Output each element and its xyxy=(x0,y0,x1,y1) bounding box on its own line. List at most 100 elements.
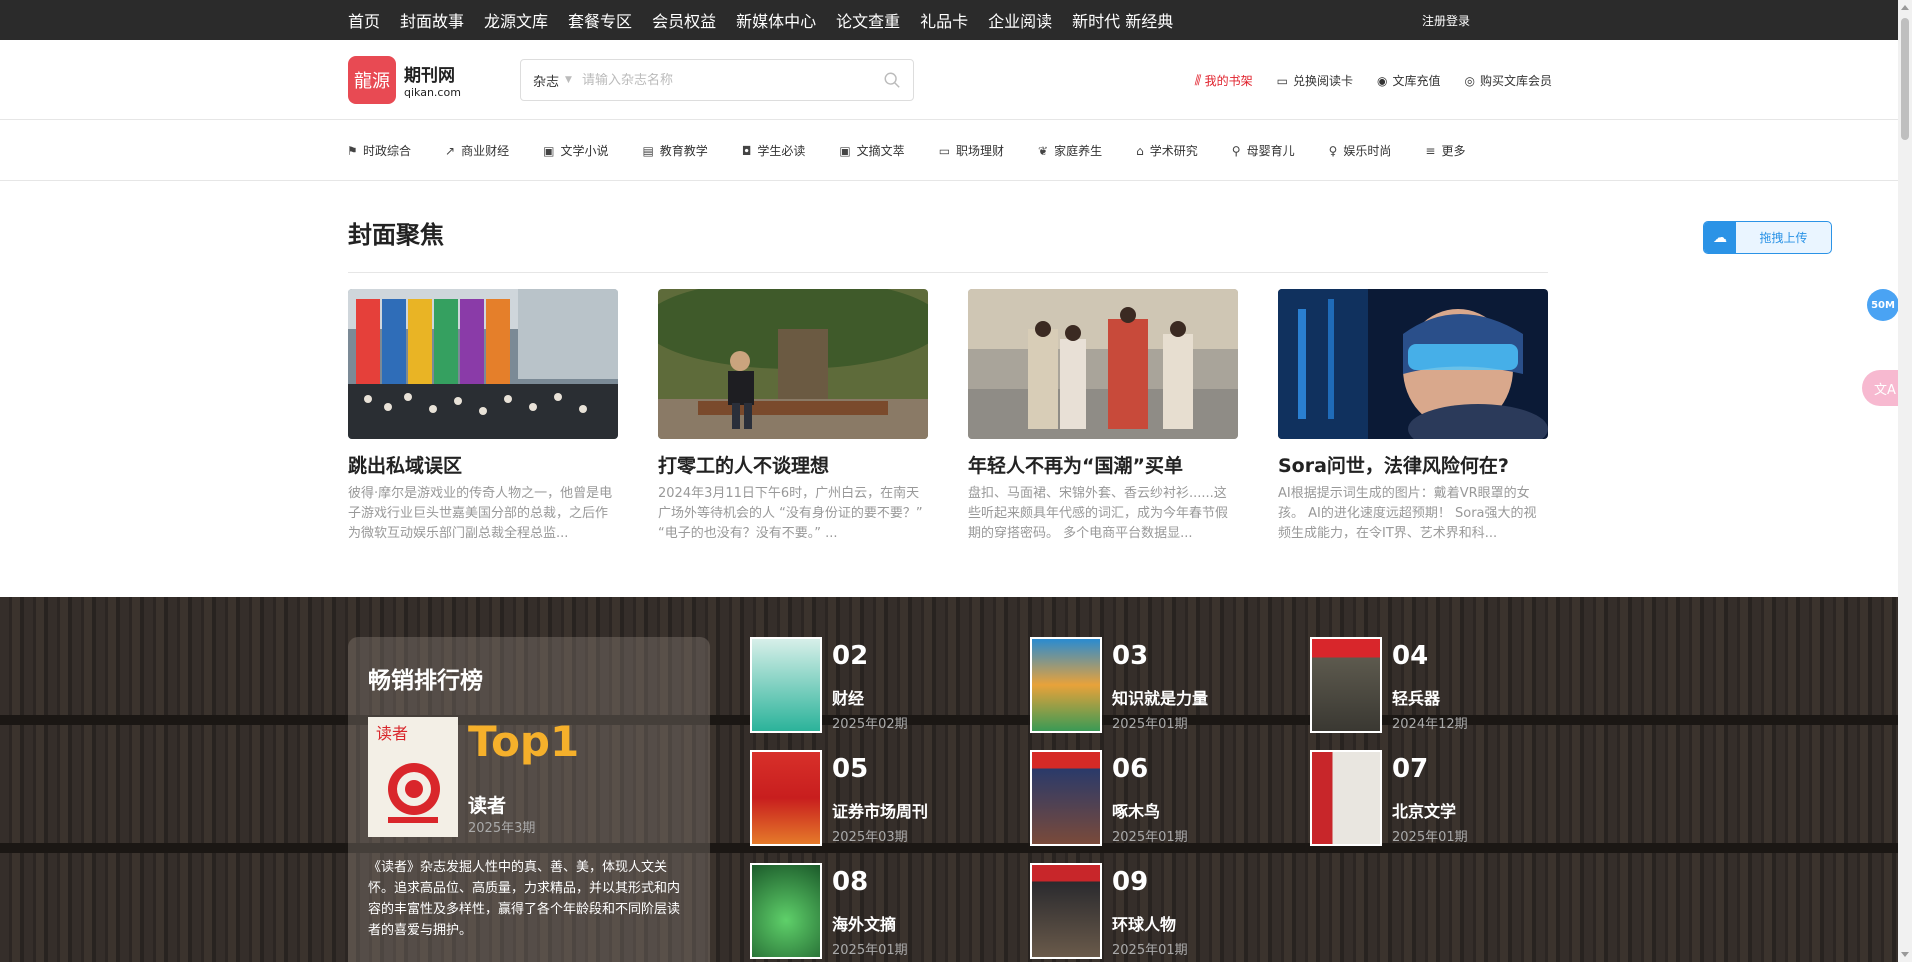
magazine-cover[interactable] xyxy=(750,637,822,733)
my-bookshelf-link[interactable]: ⫼ 我的书架 xyxy=(1194,72,1253,89)
topnav-member-benefits[interactable]: 会员权益 xyxy=(652,8,716,32)
cover-image[interactable] xyxy=(1278,289,1548,439)
cover-card-title[interactable]: 年轻人不再为“国潮”买单 xyxy=(968,451,1238,478)
cover-card-title[interactable]: 打零工的人不谈理想 xyxy=(658,451,928,478)
topnav-library[interactable]: 龙源文库 xyxy=(484,8,548,32)
ranking-item[interactable]: 04 轻兵器 2024年12期 xyxy=(1310,637,1570,733)
search-box: 杂志 ▼ xyxy=(520,59,914,101)
bookshelf-icon: ⫼ xyxy=(1194,73,1200,87)
magazine-name[interactable]: 证券市场周刊 xyxy=(832,798,928,822)
top1-magazine-name[interactable]: 读者 xyxy=(468,791,506,818)
magazine-cover[interactable] xyxy=(1030,750,1102,846)
magazine-name[interactable]: 海外文摘 xyxy=(832,911,896,935)
category-education[interactable]: ▤ 教育教学 xyxy=(642,142,707,159)
magazine-issue: 2025年02期 xyxy=(832,717,908,732)
page-scrollbar[interactable] xyxy=(1898,0,1912,962)
magazine-issue: 2024年12期 xyxy=(1392,717,1468,732)
category-literature[interactable]: ▣ 文学小说 xyxy=(543,142,608,159)
topnav-plagiarism-check[interactable]: 论文查重 xyxy=(836,8,900,32)
member-icon: ◎ xyxy=(1464,73,1475,88)
category-entertainment[interactable]: ♀ 娱乐时尚 xyxy=(1329,142,1392,159)
magazine-issue: 2025年01期 xyxy=(1112,717,1188,732)
library-recharge-link[interactable]: ◉ 文库充值 xyxy=(1377,72,1441,89)
cover-image[interactable] xyxy=(658,289,928,439)
magazine-issue: 2025年01期 xyxy=(1112,943,1188,958)
magazine-name[interactable]: 啄木鸟 xyxy=(1112,798,1160,822)
bottle-icon: ⚲ xyxy=(1231,143,1241,158)
cover-card[interactable]: 打零工的人不谈理想 2024年3月11日下午6时，广州白云，在南天广场外等待机会… xyxy=(658,289,928,544)
cover-card-title[interactable]: Sora问世，法律风险何在? xyxy=(1278,451,1548,478)
cover-card-title[interactable]: 跳出私域误区 xyxy=(348,451,618,478)
trend-icon: ↗ xyxy=(445,143,456,158)
person-icon: ♀ xyxy=(1328,143,1338,158)
rank-number: 04 xyxy=(1392,641,1429,671)
magazine-cover[interactable] xyxy=(750,863,822,959)
category-more[interactable]: ≡ 更多 xyxy=(1425,142,1465,159)
ranking-title: 畅销排行榜 xyxy=(368,668,483,694)
search-type-select[interactable]: 杂志 xyxy=(533,71,559,90)
cover-focus-section: 封面聚焦 跳出私域误区 彼得·摩尔是游戏业的传奇人物之一，他曾是电子游戏行业巨头… xyxy=(0,181,1912,541)
cover-card[interactable]: 年轻人不再为“国潮”买单 盘扣、马面裙、宋锦外套、香云纱衬衫......这些听起… xyxy=(968,289,1238,544)
ranking-item[interactable]: 03 知识就是力量 2025年01期 xyxy=(1030,637,1290,733)
ranking-item[interactable]: 06 啄木鸟 2025年01期 xyxy=(1030,750,1290,846)
top1-panel: 畅销排行榜 读者 Top1 读者 2025年3期 《读者》杂志发掘人性中的真、善… xyxy=(348,637,710,962)
ranking-item[interactable]: 05 证券市场周刊 2025年03期 xyxy=(750,750,1010,846)
cover-image[interactable] xyxy=(968,289,1238,439)
magazine-cover[interactable] xyxy=(1030,863,1102,959)
cover-card[interactable]: Sora问世，法律风险何在? AI根据提示词生成的图片：戴着VR眼罩的女孩。 A… xyxy=(1278,289,1548,544)
scroll-down-icon[interactable] xyxy=(1901,952,1909,957)
scroll-up-icon[interactable] xyxy=(1901,5,1909,10)
drag-upload-button[interactable]: ☁ 拖拽上传 xyxy=(1703,221,1832,254)
magazine-issue: 2025年03期 xyxy=(832,830,908,845)
memory-badge[interactable]: 50M xyxy=(1867,289,1899,321)
search-input[interactable] xyxy=(581,72,883,88)
category-academic[interactable]: ⌂ 学术研究 xyxy=(1136,142,1198,159)
magazine-cover[interactable] xyxy=(1310,750,1382,846)
category-career[interactable]: ▭ 职场理财 xyxy=(939,142,1004,159)
chevron-down-icon[interactable]: ▼ xyxy=(565,75,572,85)
search-icon[interactable] xyxy=(883,71,901,89)
category-politics[interactable]: ⚑ 时政综合 xyxy=(348,142,411,159)
topnav-home[interactable]: 首页 xyxy=(348,8,380,32)
header-links: ⫼ 我的书架 ▭ 兑换阅读卡 ◉ 文库充值 ◎ 购买文库会员 xyxy=(1194,72,1552,89)
ranking-item[interactable]: 08 海外文摘 2025年01期 xyxy=(750,863,1010,959)
digest-icon: ▣ xyxy=(839,143,851,158)
topnav-packages[interactable]: 套餐专区 xyxy=(568,8,632,32)
magazine-name[interactable]: 财经 xyxy=(832,685,864,709)
magazine-cover[interactable] xyxy=(1030,637,1102,733)
section-title: 封面聚焦 xyxy=(348,221,444,249)
redeem-card-link[interactable]: ▭ 兑换阅读卡 xyxy=(1277,72,1353,89)
topnav-new-era-classics[interactable]: 新时代 新经典 xyxy=(1072,8,1173,32)
cover-image[interactable] xyxy=(348,289,618,439)
magazine-name[interactable]: 环球人物 xyxy=(1112,911,1176,935)
site-logo[interactable]: 龍源 期刊网 qikan.com xyxy=(348,56,461,104)
ranking-item[interactable]: 09 环球人物 2025年01期 xyxy=(1030,863,1290,959)
category-digest[interactable]: ▣ 文摘文萃 xyxy=(839,142,904,159)
magazine-issue: 2025年01期 xyxy=(1392,830,1468,845)
topnav-gift-card[interactable]: 礼品卡 xyxy=(920,8,968,32)
category-parenting[interactable]: ⚲ 母婴育儿 xyxy=(1232,142,1295,159)
magazine-name[interactable]: 北京文学 xyxy=(1392,798,1456,822)
topnav-new-media[interactable]: 新媒体中心 xyxy=(736,8,816,32)
book-icon: ▣ xyxy=(543,143,555,158)
magazine-cover[interactable] xyxy=(1310,637,1382,733)
scrollbar-thumb[interactable] xyxy=(1901,18,1909,140)
ranking-item[interactable]: 02 财经 2025年02期 xyxy=(750,637,1010,733)
magazine-name[interactable]: 轻兵器 xyxy=(1392,685,1440,709)
magazine-name[interactable]: 知识就是力量 xyxy=(1112,685,1208,709)
top-nav: 首页 封面故事 龙源文库 套餐专区 会员权益 新媒体中心 论文查重 礼品卡 企业… xyxy=(348,8,1173,32)
category-student[interactable]: ◘ 学生必读 xyxy=(742,142,806,159)
ranking-item[interactable]: 07 北京文学 2025年01期 xyxy=(1310,750,1570,846)
bestseller-ranking-section: 畅销排行榜 读者 Top1 读者 2025年3期 《读者》杂志发掘人性中的真、善… xyxy=(0,597,1912,962)
magazine-cover[interactable] xyxy=(750,750,822,846)
category-health[interactable]: ❦ 家庭养生 xyxy=(1038,142,1102,159)
cover-card[interactable]: 跳出私域误区 彼得·摩尔是游戏业的传奇人物之一，他曾是电子游戏行业巨头世嘉美国分… xyxy=(348,289,618,544)
topnav-enterprise-reading[interactable]: 企业阅读 xyxy=(988,8,1052,32)
top1-cover[interactable]: 读者 xyxy=(368,717,458,837)
login-register-link[interactable]: 注册登录 xyxy=(1422,12,1470,29)
topnav-cover-story[interactable]: 封面故事 xyxy=(400,8,464,32)
buy-membership-link[interactable]: ◎ 购买文库会员 xyxy=(1465,72,1553,89)
category-business[interactable]: ↗ 商业财经 xyxy=(445,142,509,159)
rank-number: 08 xyxy=(832,867,869,897)
card-icon: ▭ xyxy=(1276,73,1288,88)
